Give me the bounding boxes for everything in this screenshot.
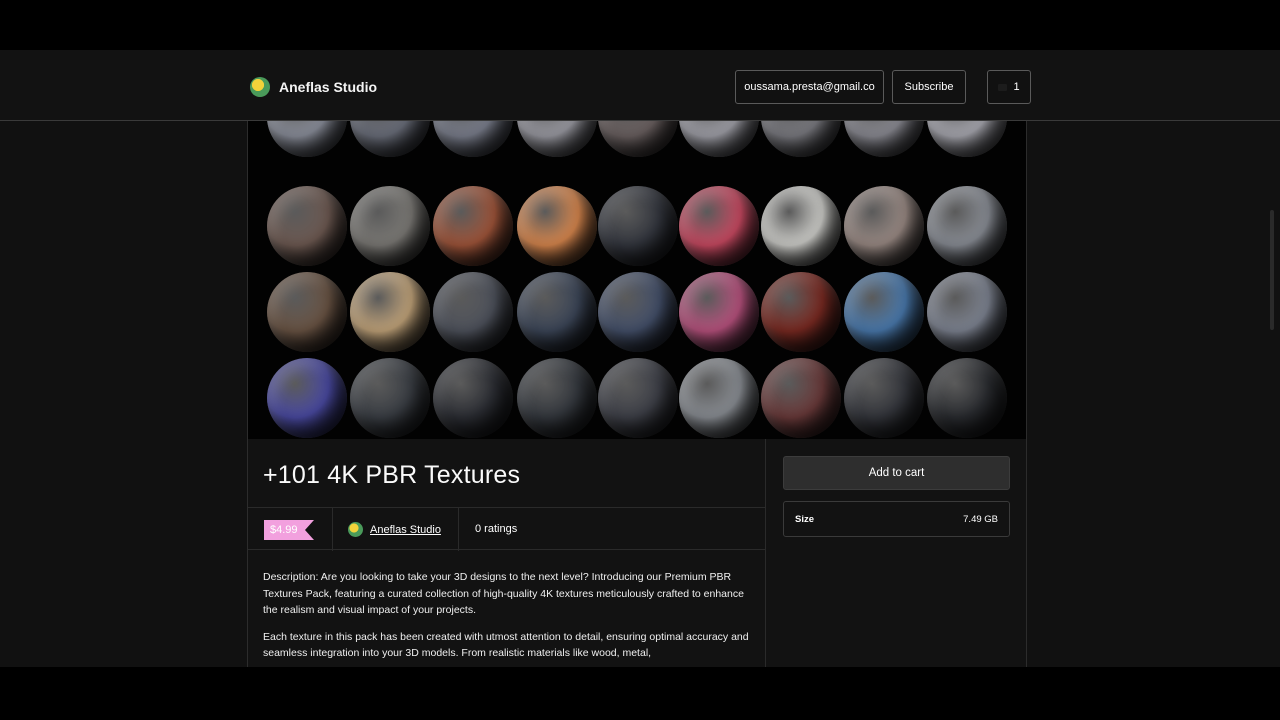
- size-info: Size 7.49 GB: [783, 501, 1010, 537]
- texture-sphere: [598, 272, 678, 352]
- texture-sphere: [844, 358, 924, 438]
- letterbox-top: [0, 0, 1280, 50]
- texture-sphere: [433, 272, 513, 352]
- texture-sphere: [350, 186, 430, 266]
- subscribe-button[interactable]: Subscribe: [892, 70, 966, 104]
- texture-sphere: [761, 186, 841, 266]
- texture-sphere: [927, 358, 1007, 438]
- texture-sphere: [844, 186, 924, 266]
- product-details: +101 4K PBR Textures $4.99 Aneflas Studi…: [248, 439, 1026, 667]
- brand-logo-link[interactable]: Aneflas Studio: [250, 77, 377, 97]
- description-paragraph: Description: Are you looking to take you…: [263, 571, 744, 616]
- product-meta-bar: $4.99 Aneflas Studio 0 ratings: [248, 507, 766, 551]
- texture-sphere: [679, 121, 759, 157]
- site-header: Aneflas Studio oussama.presta@gmail.co S…: [0, 50, 1280, 121]
- creator-link[interactable]: Aneflas Studio: [348, 522, 441, 537]
- texture-sphere: [433, 358, 513, 438]
- texture-sphere: [761, 358, 841, 438]
- texture-sphere: [844, 121, 924, 157]
- texture-sphere: [517, 272, 597, 352]
- texture-sphere: [433, 186, 513, 266]
- texture-sphere: [350, 358, 430, 438]
- texture-sphere: [679, 272, 759, 352]
- brand-name: Aneflas Studio: [279, 79, 378, 95]
- texture-sphere: [517, 186, 597, 266]
- product-info-column: +101 4K PBR Textures $4.99 Aneflas Studi…: [248, 439, 766, 667]
- texture-sphere: [517, 358, 597, 438]
- cart-count: 1: [1013, 81, 1020, 93]
- brand-logo-icon: [250, 77, 270, 97]
- cart-icon: [998, 83, 1008, 91]
- texture-sphere: [350, 121, 430, 157]
- texture-sphere: [679, 358, 759, 438]
- texture-sphere: [761, 272, 841, 352]
- texture-sphere: [927, 121, 1007, 157]
- page: Aneflas Studio oussama.presta@gmail.co S…: [0, 50, 1280, 667]
- creator-name: Aneflas Studio: [370, 523, 441, 536]
- texture-sphere: [350, 272, 430, 352]
- texture-sphere: [267, 121, 347, 157]
- size-label: Size: [795, 513, 815, 525]
- texture-sphere: [267, 272, 347, 352]
- product-title: +101 4K PBR Textures: [263, 461, 521, 489]
- account-email-button[interactable]: oussama.presta@gmail.co: [735, 70, 884, 104]
- ratings-count: 0 ratings: [475, 523, 518, 535]
- texture-sphere: [517, 121, 597, 157]
- texture-sphere: [598, 121, 678, 157]
- texture-sphere: [761, 121, 841, 157]
- texture-sphere: [927, 272, 1007, 352]
- size-value: 7.49 GB: [963, 513, 998, 525]
- texture-sphere: [927, 186, 1007, 266]
- texture-sphere: [267, 358, 347, 438]
- letterbox-bottom: [0, 667, 1280, 720]
- meta-divider: [332, 508, 333, 551]
- product-cover-image: [248, 121, 1026, 439]
- description-paragraph: Each texture in this pack has been creat…: [263, 630, 749, 660]
- texture-sphere: [679, 186, 759, 266]
- texture-sphere: [598, 186, 678, 266]
- texture-sphere: [598, 358, 678, 438]
- price-badge: $4.99: [264, 520, 314, 540]
- page-scrollbar[interactable]: [1270, 210, 1274, 330]
- content-border-right: [1026, 121, 1027, 667]
- add-to-cart-button[interactable]: Add to cart: [783, 456, 1010, 490]
- product-description: Description: Are you looking to take you…: [263, 569, 753, 667]
- texture-sphere: [267, 186, 347, 266]
- creator-avatar-icon: [348, 522, 363, 537]
- texture-sphere: [844, 272, 924, 352]
- texture-sphere: [433, 121, 513, 157]
- cart-button[interactable]: 1: [987, 70, 1031, 104]
- meta-divider: [458, 508, 459, 551]
